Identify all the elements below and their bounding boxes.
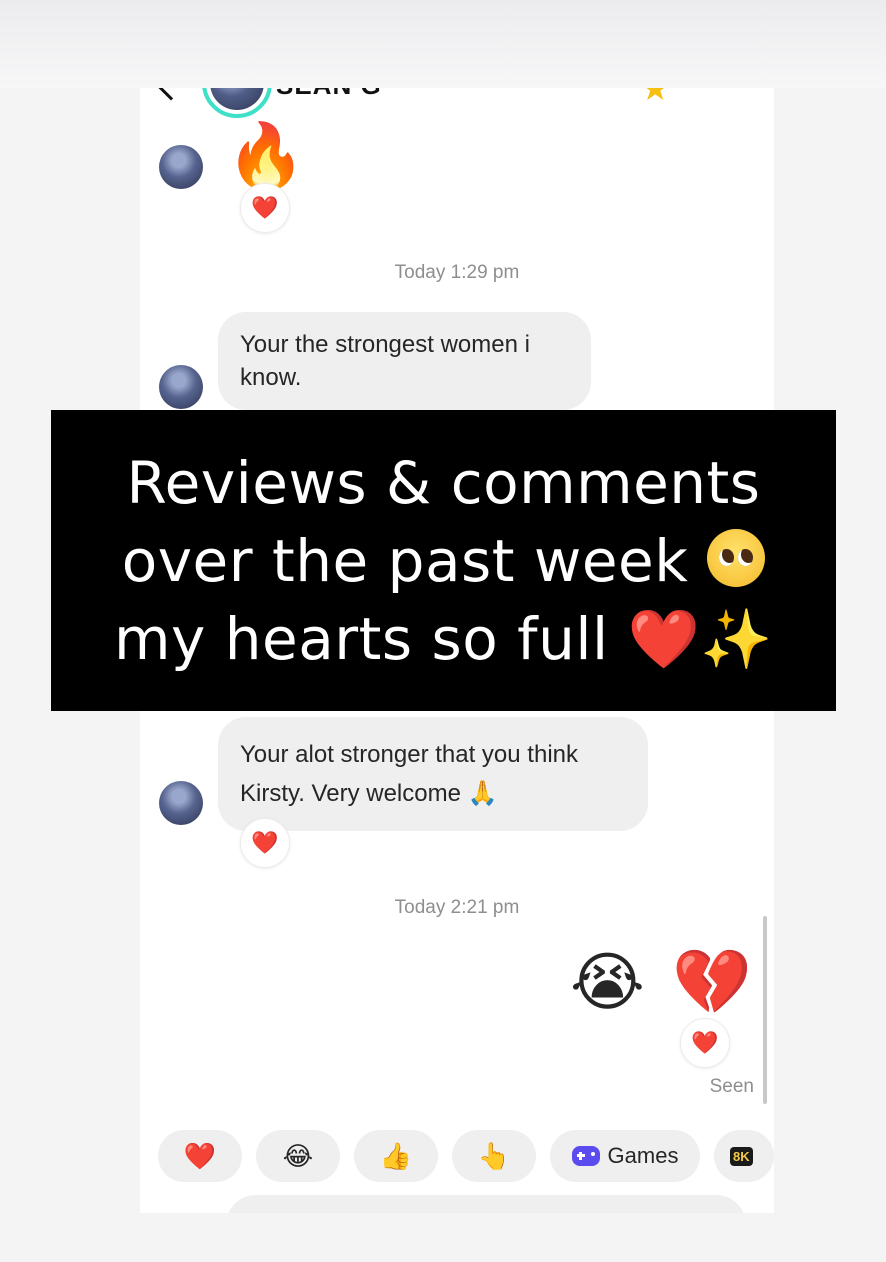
heart-reaction[interactable]: ❤️ xyxy=(680,1018,730,1068)
sender-avatar[interactable] xyxy=(159,145,203,189)
heart-reaction[interactable]: ❤️ xyxy=(240,818,290,868)
quick-heart-button[interactable]: ❤️ xyxy=(158,1130,242,1182)
red-heart-icon: ❤️ xyxy=(627,604,701,673)
8k-badge-icon: 8K xyxy=(730,1146,753,1166)
contact-name[interactable]: SEAN G xyxy=(276,88,382,101)
gamepad-icon xyxy=(571,1146,600,1166)
seen-status: Seen xyxy=(709,1076,754,1097)
quick-thumbs-up-button[interactable]: 👍 xyxy=(354,1130,438,1182)
overlay-text: Reviews & comments over the past week my… xyxy=(114,444,773,678)
heart-reaction[interactable]: ❤️ xyxy=(240,183,290,233)
pointing-up-icon: 👆 xyxy=(477,1140,511,1171)
games-button[interactable]: Games xyxy=(550,1130,700,1182)
back-icon[interactable] xyxy=(155,88,187,101)
header-avatar-story-ring[interactable] xyxy=(202,88,272,118)
header-avatar xyxy=(210,88,264,110)
fire-emoji-message[interactable]: 🔥 xyxy=(226,124,306,188)
thumbs-up-icon: 👍 xyxy=(379,1140,413,1171)
8k-button[interactable]: 8K xyxy=(714,1130,774,1182)
sender-avatar[interactable] xyxy=(159,781,203,825)
more-icon[interactable]: ··· xyxy=(710,88,746,100)
overlay-banner: Reviews & comments over the past week my… xyxy=(51,410,836,711)
scrollbar[interactable] xyxy=(763,916,767,1104)
timestamp: Today 2:21 pm xyxy=(394,897,520,918)
quick-laugh-button[interactable]: 😂 xyxy=(256,1130,340,1182)
overlay-line-3: my hearts so full ❤️✨ xyxy=(114,600,773,678)
quick-point-button[interactable]: 👆 xyxy=(452,1130,536,1182)
timestamp: Today 1:29 pm xyxy=(394,262,520,283)
overlay-line-2: over the past week xyxy=(114,522,773,600)
games-label: Games xyxy=(607,1143,679,1168)
star-icon[interactable]: ★ xyxy=(640,88,670,106)
quick-reaction-row: ❤️ 😂 👍 👆 Games 8K xyxy=(158,1130,774,1182)
overlay-line-3-text: my hearts so full xyxy=(114,604,609,673)
message-bubble[interactable]: Your alot stronger that you think Kirsty… xyxy=(218,717,648,831)
message-bubble[interactable]: Your the strongest women i know. xyxy=(218,312,591,410)
broken-heart-emoji-message[interactable]: 💔 xyxy=(672,950,752,1014)
overlay-line-2-text: over the past week xyxy=(121,526,689,595)
overlay-line-1: Reviews & comments xyxy=(126,448,761,517)
message-composer[interactable] xyxy=(226,1195,746,1213)
pleading-face-icon xyxy=(707,528,766,587)
sparkles-icon: ✨ xyxy=(700,604,773,673)
laughing-icon: 😂 xyxy=(282,1140,314,1171)
top-backdrop xyxy=(0,0,886,88)
crying-emoji-message[interactable]: 😭 xyxy=(570,950,645,1014)
heart-icon: ❤️ xyxy=(183,1140,217,1171)
sender-avatar[interactable] xyxy=(159,365,203,409)
